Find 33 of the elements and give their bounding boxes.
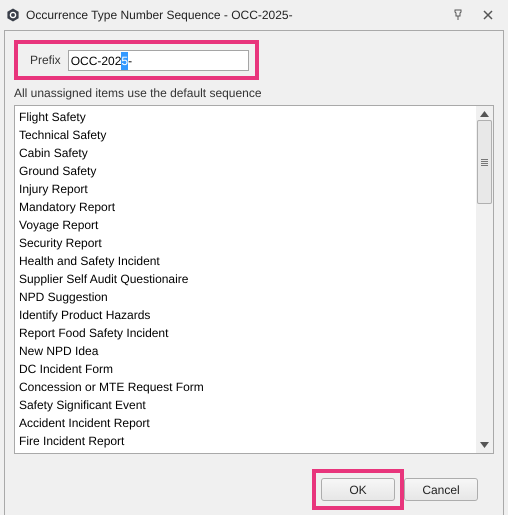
list-item[interactable]: Ground Safety bbox=[19, 162, 476, 180]
list-item[interactable]: New NPD Idea bbox=[19, 342, 476, 360]
list-item[interactable]: Safety Significant Event bbox=[19, 396, 476, 414]
list-item[interactable]: Flight Safety bbox=[19, 108, 476, 126]
grip-icon bbox=[481, 158, 488, 166]
list-item[interactable]: Technical Safety bbox=[19, 126, 476, 144]
hint-text: All unassigned items use the default sequence bbox=[14, 85, 262, 102]
list-item[interactable]: Report Food Safety Incident bbox=[19, 324, 476, 342]
scroll-thumb[interactable] bbox=[477, 120, 492, 204]
scroll-up-icon[interactable] bbox=[480, 111, 489, 117]
list-item[interactable]: Injury Report bbox=[19, 180, 476, 198]
list-item[interactable]: Health and Safety Incident bbox=[19, 252, 476, 270]
list-item[interactable]: Concession or MTE Request Form bbox=[19, 378, 476, 396]
list-item[interactable]: Voyage Report bbox=[19, 216, 476, 234]
list-item[interactable]: Fire Incident Report bbox=[19, 432, 476, 450]
scroll-down-icon[interactable] bbox=[480, 442, 489, 448]
pin-icon[interactable] bbox=[452, 9, 464, 21]
prefix-label: Prefix bbox=[30, 52, 61, 69]
window-title: Occurrence Type Number Sequence - OCC-2025- bbox=[26, 7, 293, 24]
close-icon[interactable] bbox=[482, 9, 494, 21]
list-item[interactable]: DC Incident Form bbox=[19, 360, 476, 378]
list-item[interactable]: Security Report bbox=[19, 234, 476, 252]
list-item[interactable]: Mandatory Report bbox=[19, 198, 476, 216]
scrollbar[interactable] bbox=[476, 106, 493, 453]
list-item[interactable]: Identify Product Hazards bbox=[19, 306, 476, 324]
dialog-button[interactable]: OK bbox=[321, 478, 395, 501]
app-icon bbox=[6, 8, 20, 22]
list-item[interactable]: Accident Incident Report bbox=[19, 414, 476, 432]
list-item[interactable]: Supplier Self Audit Questionaire bbox=[19, 270, 476, 288]
list-item[interactable]: Cabin Safety bbox=[19, 144, 476, 162]
list-item[interactable]: NPD Suggestion bbox=[19, 288, 476, 306]
prefix-input[interactable]: OCC-2025- bbox=[68, 50, 249, 71]
dialog-button[interactable]: Cancel bbox=[404, 478, 478, 501]
